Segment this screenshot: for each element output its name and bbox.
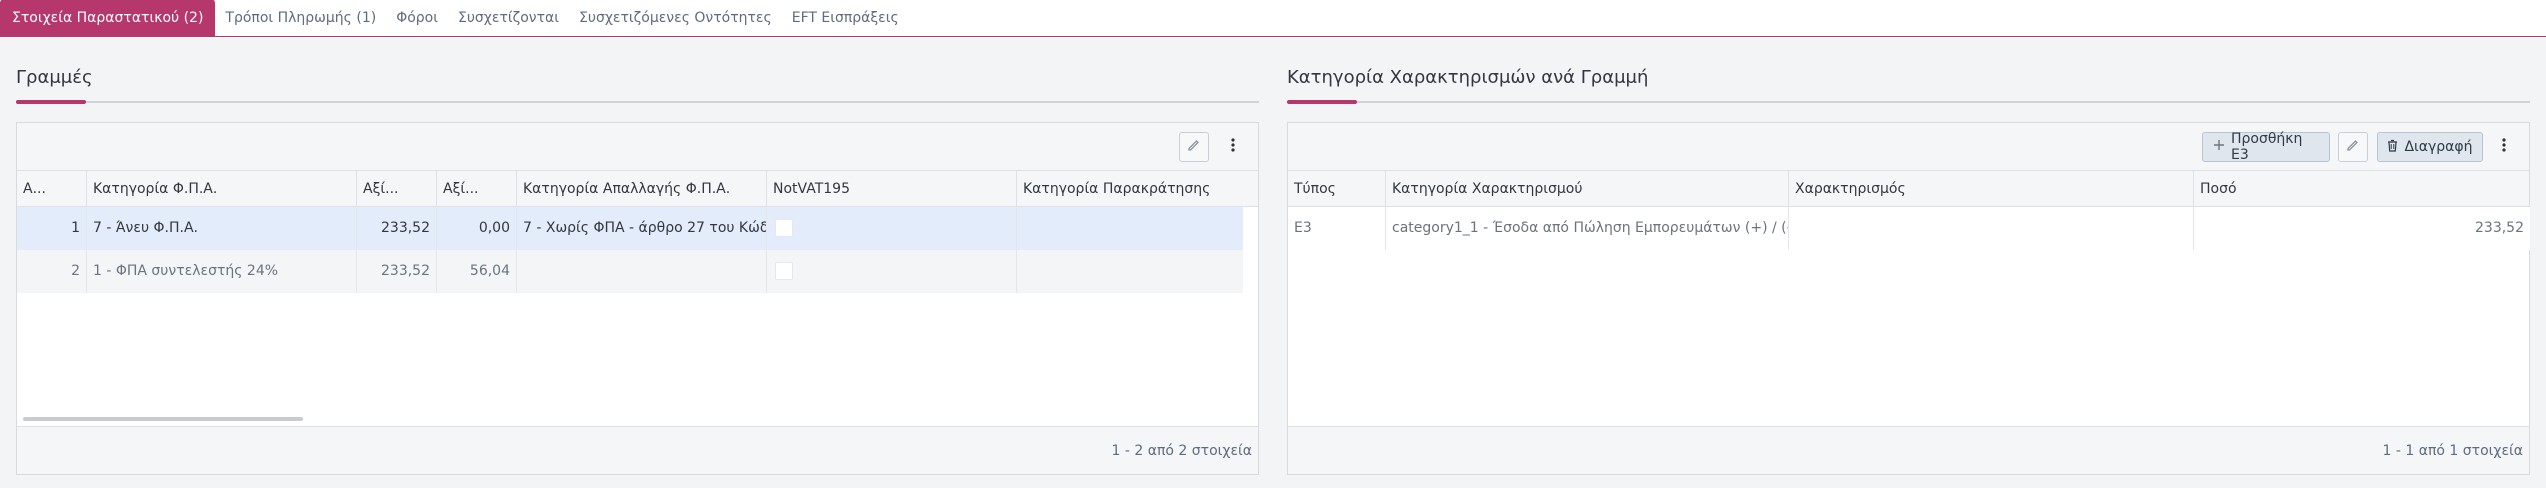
- line-no-cell: 1: [17, 207, 87, 250]
- col-header-vat-exemption[interactable]: Κατηγορία Απαλλαγής Φ.Π.Α.: [517, 171, 767, 207]
- type-cell: E3: [1288, 207, 1386, 250]
- table-row[interactable]: 1 7 - Άνευ Φ.Π.Α. 233,52 0,00 7 - Χωρίς …: [17, 207, 1243, 250]
- net-value-cell: 233,52: [357, 207, 437, 250]
- lines-menu-button[interactable]: [1223, 132, 1243, 162]
- tab-correlated[interactable]: Συσχετίζονται: [448, 0, 569, 36]
- notvat195-cell: [767, 250, 1017, 293]
- col-header-line-no[interactable]: Α...: [17, 171, 87, 207]
- col-header-amount[interactable]: Ποσό: [2194, 171, 2530, 207]
- delete-button[interactable]: Διαγραφή: [2377, 132, 2483, 162]
- section-accent: [1287, 100, 1357, 104]
- net-value-cell: 233,52: [357, 250, 437, 293]
- lines-paging-info: 1 - 2 από 2 στοιχεία: [1111, 443, 1252, 459]
- tab-document-details[interactable]: Στοιχεία Παραστατικού (2): [0, 0, 216, 36]
- classification-category-cell: category1_1 - Έσοδα από Πώληση Εμπορευμά…: [1386, 207, 1789, 250]
- vat-category-cell: 7 - Άνευ Φ.Π.Α.: [87, 207, 357, 250]
- col-header-vat-category[interactable]: Κατηγορία Φ.Π.Α.: [87, 171, 357, 207]
- lines-grid: Α... Κατηγορία Φ.Π.Α. Αξί... Αξί... Κατη…: [16, 122, 1259, 475]
- vat-exemption-cell: [517, 250, 767, 293]
- classifications-menu-button[interactable]: [2494, 132, 2514, 162]
- tab-payment-methods[interactable]: Τρόποι Πληρωμής (1): [215, 0, 386, 36]
- content-area: Γραμμές Α... Κατηγορία Φ.Π.Α. Αξί... Αξί…: [0, 38, 2546, 488]
- col-header-withholding[interactable]: Κατηγορία Παρακράτησης: [1017, 171, 1259, 207]
- tab-eft-receipts[interactable]: EFT Εισπράξεις: [782, 0, 909, 36]
- lines-section-underline: [16, 100, 1259, 104]
- withholding-cell: [1017, 250, 1243, 293]
- vat-value-cell: 0,00: [437, 207, 517, 250]
- section-accent: [16, 100, 86, 104]
- col-header-classification[interactable]: Χαρακτηρισμός: [1789, 171, 2194, 207]
- classifications-section-title: Κατηγορία Χαρακτηρισμών ανά Γραμμή: [1287, 67, 1649, 88]
- table-row[interactable]: 2 1 - ΦΠΑ συντελεστής 24% 233,52 56,04: [17, 250, 1243, 293]
- lines-section-title: Γραμμές: [16, 67, 93, 88]
- edit-classification-button[interactable]: [2338, 132, 2368, 162]
- horizontal-scrollbar[interactable]: [23, 417, 303, 421]
- delete-label: Διαγραφή: [2404, 139, 2473, 155]
- table-row[interactable]: E3 category1_1 - Έσοδα από Πώληση Εμπορε…: [1288, 207, 2530, 250]
- kebab-icon: [2502, 138, 2506, 156]
- add-e3-label: Προσθήκη Ε3: [2231, 131, 2303, 163]
- vat-category-cell: 1 - ΦΠΑ συντελεστής 24%: [87, 250, 357, 293]
- amount-cell: 233,52: [2475, 220, 2524, 236]
- notvat195-checkbox[interactable]: [775, 262, 793, 280]
- lines-grid-header: Α... Κατηγορία Φ.Π.Α. Αξί... Αξί... Κατη…: [17, 171, 1258, 207]
- line-no-cell: 2: [17, 250, 87, 293]
- tab-bar: Στοιχεία Παραστατικού (2) Τρόποι Πληρωμή…: [0, 0, 2546, 37]
- notvat195-checkbox[interactable]: [775, 219, 793, 237]
- tab-taxes[interactable]: Φόροι: [386, 0, 448, 36]
- trash-icon: [2387, 139, 2398, 156]
- col-header-notvat195[interactable]: NotVAT195: [767, 171, 1017, 207]
- edit-line-button[interactable]: [1179, 132, 1209, 162]
- col-header-vat-value[interactable]: Αξί...: [437, 171, 517, 207]
- lines-grid-footer: 1 - 2 από 2 στοιχεία: [17, 426, 1258, 474]
- classification-cell: [1789, 207, 2194, 250]
- plus-icon: [2213, 139, 2225, 155]
- pencil-icon: [2346, 138, 2360, 156]
- add-e3-button[interactable]: Προσθήκη Ε3: [2202, 131, 2330, 163]
- vat-exemption-cell: 7 - Χωρίς ΦΠΑ - άρθρο 27 του Κώδικα: [517, 207, 767, 250]
- classifications-section-underline: [1287, 100, 2530, 104]
- col-header-net-value[interactable]: Αξί...: [357, 171, 437, 207]
- pencil-icon: [1187, 138, 1201, 156]
- classifications-grid-header: Τύπος Κατηγορία Χαρακτηρισμού Χαρακτηρισ…: [1288, 171, 2529, 207]
- classifications-grid-footer: 1 - 1 από 1 στοιχεία: [1288, 426, 2529, 474]
- vat-value-cell: 56,04: [437, 250, 517, 293]
- withholding-cell: [1017, 207, 1243, 250]
- col-header-classification-category[interactable]: Κατηγορία Χαρακτηρισμού: [1386, 171, 1789, 207]
- kebab-icon: [1231, 138, 1235, 156]
- classifications-paging-info: 1 - 1 από 1 στοιχεία: [2382, 443, 2523, 459]
- tab-correlated-entities[interactable]: Συσχετιζόμενες Οντότητες: [569, 0, 782, 36]
- notvat195-cell: [767, 207, 1017, 250]
- classifications-grid: Προσθήκη Ε3 Διαγραφή Τύπος Κατηγορία Χαρ…: [1287, 122, 2530, 475]
- lines-grid-toolbar: [17, 123, 1258, 171]
- col-header-type[interactable]: Τύπος: [1288, 171, 1386, 207]
- classifications-grid-toolbar: Προσθήκη Ε3 Διαγραφή: [1288, 123, 2529, 171]
